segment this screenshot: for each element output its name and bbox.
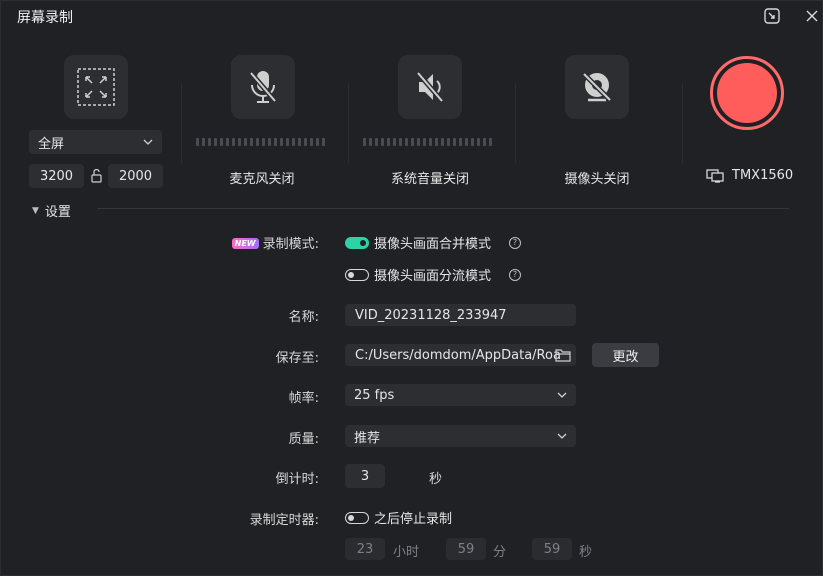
timer-hours-input[interactable]: 23: [345, 538, 385, 560]
capture-area-value: 全屏: [38, 136, 65, 152]
system-audio-tile[interactable]: [398, 55, 462, 119]
microphone-tile[interactable]: [231, 55, 295, 119]
countdown-label: 倒计时:: [275, 472, 319, 487]
speaker-off-icon: [416, 71, 444, 103]
merge-mode-label: 摄像头画面合并模式: [374, 237, 492, 252]
change-path-button[interactable]: 更改: [592, 343, 659, 367]
quality-select[interactable]: 推荐: [345, 425, 576, 447]
help-icon[interactable]: ?: [509, 268, 522, 281]
settings-toggle[interactable]: ▼ 设置: [32, 201, 71, 220]
close-icon[interactable]: [802, 6, 822, 26]
countdown-input[interactable]: 3: [345, 464, 385, 488]
screen-source-tile[interactable]: [64, 55, 128, 119]
mic-level-meter: [196, 138, 325, 146]
mic-status-label: 麦克风关闭: [229, 172, 295, 187]
mic-off-icon: [249, 71, 277, 103]
timer-seconds-unit: 秒: [579, 545, 593, 560]
caret-down-icon: ▼: [32, 205, 39, 216]
monitor-icon: [706, 168, 724, 183]
window-title: 屏幕录制: [17, 10, 73, 26]
help-icon[interactable]: ?: [509, 236, 522, 249]
screen-recorder-window: 屏幕录制 全屏 3200 2000 麦克风关闭 系统音量关闭 摄像头关闭 TMX…: [0, 0, 823, 576]
monitor-label: TMX1560: [732, 168, 794, 183]
record-button[interactable]: [710, 56, 784, 130]
timer-seconds-input[interactable]: 59: [532, 538, 572, 560]
timer-label: 录制定时器:: [249, 513, 319, 528]
monitor-select[interactable]: TMX1560: [706, 168, 793, 183]
split-mode-label: 摄像头画面分流模式: [374, 269, 492, 284]
picture-in-picture-icon[interactable]: [762, 6, 782, 26]
timer-hours-unit: 小时: [393, 545, 420, 560]
divider: [97, 208, 789, 209]
divider: [348, 83, 349, 163]
timer-row: 之后停止录制: [345, 508, 452, 527]
divider: [515, 83, 516, 163]
camera-off-icon: [582, 72, 612, 102]
fullscreen-frame-icon: [77, 68, 115, 106]
timer-minutes-unit: 分: [493, 545, 507, 560]
split-mode-toggle[interactable]: [345, 268, 369, 281]
save-path-input[interactable]: C:/Users/domdom/AppData/Roa: [345, 344, 576, 366]
name-label: 名称:: [288, 310, 319, 325]
countdown-unit: 秒: [429, 472, 443, 487]
file-name-input[interactable]: VID_20231128_233947: [345, 304, 576, 326]
width-input[interactable]: 3200: [29, 164, 84, 188]
system-audio-status-label: 系统音量关闭: [390, 172, 469, 187]
chevron-down-icon: [557, 433, 567, 439]
record-dot: [717, 63, 777, 123]
new-badge: NEW: [231, 238, 259, 249]
camera-status-label: 摄像头关闭: [564, 172, 630, 187]
system-audio-level-meter: [363, 138, 492, 146]
chevron-down-icon: [143, 139, 153, 145]
chevron-down-icon: [557, 392, 567, 398]
fps-value: 25 fps: [354, 387, 395, 403]
aspect-lock-icon[interactable]: [89, 169, 103, 183]
capture-area-select[interactable]: 全屏: [29, 130, 162, 154]
timer-toggle-label: 之后停止录制: [374, 512, 453, 527]
divider: [682, 83, 683, 163]
timer-toggle[interactable]: [345, 511, 369, 524]
timer-minutes-input[interactable]: 59: [446, 538, 486, 560]
split-mode-row: 摄像头画面分流模式 ?: [345, 265, 522, 284]
merge-mode-toggle[interactable]: [345, 236, 369, 249]
divider: [181, 83, 182, 163]
camera-tile[interactable]: [565, 55, 629, 119]
title-bar: 屏幕录制: [1, 1, 823, 31]
fps-select[interactable]: 25 fps: [345, 384, 576, 406]
height-input[interactable]: 2000: [108, 164, 163, 188]
record-mode-label: NEW 录制模式:: [231, 233, 319, 252]
folder-icon[interactable]: [555, 348, 571, 362]
settings-title: 设置: [44, 205, 71, 220]
fps-label: 帧率:: [288, 391, 319, 406]
quality-label: 质量:: [288, 432, 319, 447]
merge-mode-row: 摄像头画面合并模式 ?: [345, 233, 522, 252]
quality-value: 推荐: [354, 430, 381, 446]
save-to-label: 保存至:: [275, 351, 319, 366]
